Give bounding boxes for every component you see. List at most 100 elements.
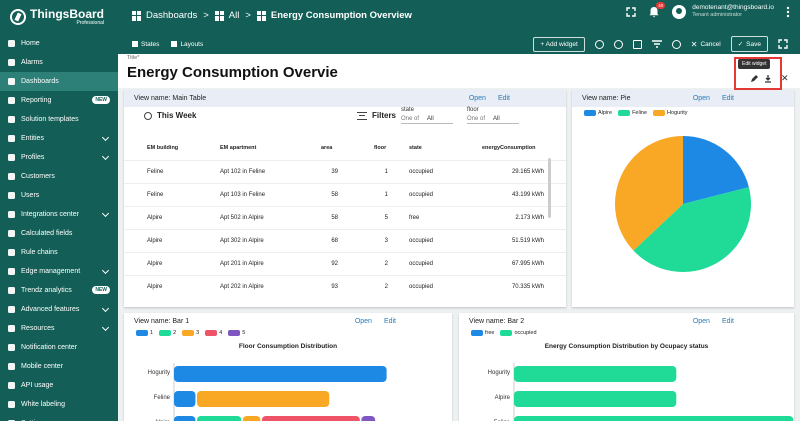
table-cell: Apt 202 in Alpire xyxy=(220,284,264,290)
open-link[interactable]: Open xyxy=(355,318,372,325)
state-filter[interactable]: state One of All xyxy=(401,107,453,124)
sidebar-item-entities[interactable]: Entities xyxy=(0,129,118,148)
fullscreen-icon[interactable] xyxy=(626,7,636,17)
bar-segment[interactable] xyxy=(242,416,261,421)
legend-item[interactable]: 4 xyxy=(205,330,222,336)
cancel-button[interactable]: ✕ Cancel xyxy=(691,40,721,49)
legend-item[interactable]: occupied xyxy=(500,330,537,336)
states-button[interactable]: States xyxy=(126,41,165,48)
sidebar-item-reporting[interactable]: Reporting NEW xyxy=(0,91,118,110)
sidebar-item-edge-management[interactable]: Edge management xyxy=(0,262,118,281)
sidebar-item-mobile-center[interactable]: Mobile center xyxy=(0,357,118,376)
title-input[interactable]: Energy Consumption Overvie xyxy=(127,64,338,81)
download-icon[interactable] xyxy=(764,75,772,83)
filter-icon[interactable] xyxy=(651,40,662,48)
column-header[interactable]: state xyxy=(409,145,422,151)
legend-item[interactable]: free xyxy=(471,330,494,336)
sidebar-item-customers[interactable]: Customers xyxy=(0,167,118,186)
resources-icon xyxy=(8,325,15,332)
sidebar-item-alarms[interactable]: Alarms xyxy=(0,53,118,72)
filters-button[interactable]: Filters xyxy=(357,111,396,120)
bar-segment[interactable] xyxy=(361,416,376,421)
legend-item[interactable]: Hogurity xyxy=(653,110,688,116)
bar-segment[interactable] xyxy=(196,416,242,421)
table-row[interactable]: Feline Apt 102 in Feline 39 1 occupied 29.165… xyxy=(124,160,566,183)
open-link[interactable]: Open xyxy=(693,318,710,325)
table-row[interactable]: Alpire Apt 201 in Alpire 92 2 occupied 67.995… xyxy=(124,252,566,275)
legend-label: Alpire xyxy=(598,110,613,116)
legend-item[interactable]: 5 xyxy=(228,330,245,336)
floor-filter[interactable]: floor One of All xyxy=(467,107,519,124)
sidebar-item-calculated-fields[interactable]: Calculated fields xyxy=(0,224,118,243)
clock-icon xyxy=(144,111,152,120)
bar-segment[interactable] xyxy=(196,391,330,407)
sidebar-item-label: Rule chains xyxy=(21,249,58,256)
edit-link[interactable]: Edit xyxy=(384,318,396,325)
notifications-button[interactable]: 40 xyxy=(648,1,666,18)
close-widget-icon[interactable]: ✕ xyxy=(781,73,789,84)
sidebar-item-resources[interactable]: Resources xyxy=(0,319,118,338)
bar-segment[interactable] xyxy=(514,366,677,382)
column-header[interactable]: EM apartment xyxy=(220,145,256,151)
table-row[interactable]: Feline Apt 103 in Feline 58 1 occupied 43.199… xyxy=(124,183,566,206)
legend-item[interactable]: Feline xyxy=(618,110,647,116)
column-header[interactable]: energyConsumption xyxy=(482,145,535,151)
sidebar-item-trendz-analytics[interactable]: Trendz analytics NEW xyxy=(0,281,118,300)
edit-link[interactable]: Edit xyxy=(722,95,734,102)
clock-icon[interactable] xyxy=(594,39,604,49)
sidebar-item-users[interactable]: Users xyxy=(0,186,118,205)
more-vert-icon[interactable] xyxy=(786,6,790,18)
table-cell: 5 xyxy=(384,215,388,221)
gear-icon[interactable] xyxy=(613,39,623,49)
bar-segment[interactable] xyxy=(174,366,387,382)
sidebar-item-rule-chains[interactable]: Rule chains xyxy=(0,243,118,262)
pencil-icon[interactable] xyxy=(750,75,758,83)
column-header[interactable]: floor xyxy=(374,145,386,151)
tv-icon[interactable] xyxy=(632,39,642,49)
fullscreen-icon[interactable] xyxy=(778,39,788,49)
sidebar-item-integrations-center[interactable]: Integrations center xyxy=(0,205,118,224)
edit-link[interactable]: Edit xyxy=(722,318,734,325)
sidebar-item-solution-templates[interactable]: Solution templates xyxy=(0,110,118,129)
legend-item[interactable]: 1 xyxy=(136,330,153,336)
sidebar-item-home[interactable]: Home xyxy=(0,34,118,53)
layouts-button[interactable]: Layouts xyxy=(165,41,209,48)
legend-item[interactable]: 3 xyxy=(182,330,199,336)
table-row[interactable]: Alpire Apt 502 in Alpire 58 5 free 2.173 kWh xyxy=(124,206,566,229)
legend-item[interactable]: 2 xyxy=(159,330,176,336)
sidebar-item-advanced-features[interactable]: Advanced features xyxy=(0,300,118,319)
legend-item[interactable]: Alpire xyxy=(584,110,612,116)
table-cell: Alpire xyxy=(147,261,163,267)
history-icon[interactable] xyxy=(671,39,681,49)
open-link[interactable]: Open xyxy=(469,95,486,102)
table-row[interactable]: Alpire Apt 302 in Alpire 68 3 occupied 51.519… xyxy=(124,229,566,252)
open-link[interactable]: Open xyxy=(693,95,710,102)
table-scrollbar[interactable] xyxy=(548,158,551,218)
bar-segment[interactable] xyxy=(174,416,196,421)
breadcrumb-dashboards[interactable]: Dashboards xyxy=(132,10,197,21)
sidebar-item-notification-center[interactable]: Notification center xyxy=(0,338,118,357)
bar-segment[interactable] xyxy=(514,416,794,421)
time-window-selector[interactable]: This Week xyxy=(144,111,196,120)
widget-view-name: View name: Pie xyxy=(582,95,631,102)
logo-name: ThingsBoard xyxy=(30,7,104,21)
sidebar-item-dashboards[interactable]: Dashboards xyxy=(0,72,118,91)
sidebar-item-white-labeling[interactable]: White labeling xyxy=(0,395,118,414)
column-header[interactable]: area xyxy=(321,145,332,151)
breadcrumb-all[interactable]: All xyxy=(214,10,239,21)
bar-segment[interactable] xyxy=(174,391,196,407)
sidebar-item-profiles[interactable]: Profiles xyxy=(0,148,118,167)
chart-title: Floor Consumption Distribution xyxy=(238,343,338,350)
sidebar-item-api-usage[interactable]: API usage xyxy=(0,376,118,395)
bar-segment[interactable] xyxy=(514,391,677,407)
add-widget-button[interactable]: + Add widget xyxy=(533,36,585,52)
chart-title: Energy Consumption Distribution by Ocupa… xyxy=(544,343,709,350)
column-header[interactable]: EM building xyxy=(147,145,178,151)
logo[interactable]: ThingsBoard Professional xyxy=(0,0,118,34)
edit-link[interactable]: Edit xyxy=(498,95,510,102)
sidebar-item-settings[interactable]: Settings xyxy=(0,414,118,421)
table-row[interactable]: Alpire Apt 202 in Alpire 93 2 occupied 70.335… xyxy=(124,275,566,298)
user-menu[interactable]: demotenant@thingsboard.io Tenant adminis… xyxy=(672,4,774,20)
save-button[interactable]: ✓ Save xyxy=(730,36,768,52)
bar-segment[interactable] xyxy=(261,416,360,421)
